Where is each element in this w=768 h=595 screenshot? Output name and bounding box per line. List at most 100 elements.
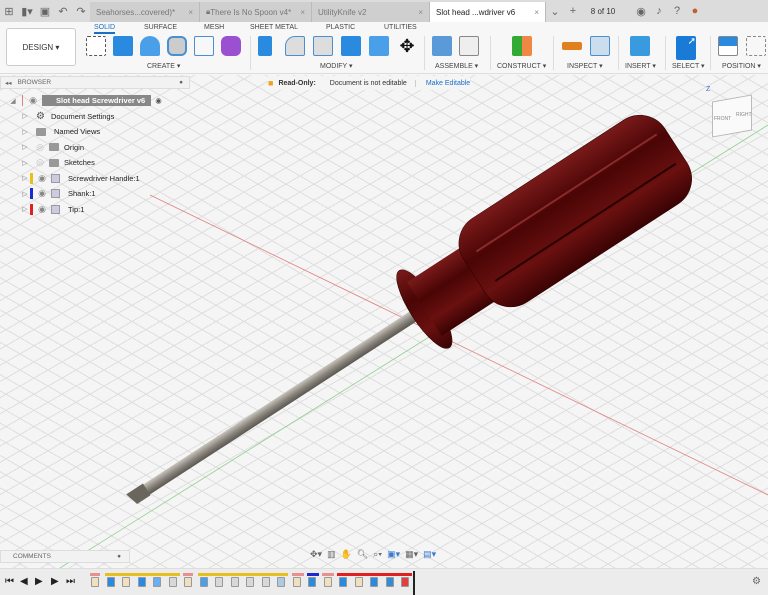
pin-icon[interactable]: ● <box>179 79 183 86</box>
avatar[interactable]: ● <box>686 2 704 20</box>
tab-surface[interactable]: SURFACE <box>144 24 177 31</box>
timeline-sketch-icon[interactable] <box>354 577 363 587</box>
tree-item-named-views[interactable]: ▷ Named Views <box>0 124 200 140</box>
fit-icon[interactable]: ⌕▾ <box>373 549 382 563</box>
pan-icon[interactable]: ✋ <box>341 549 352 563</box>
timeline-extrude-icon[interactable] <box>339 577 347 587</box>
expand-icon[interactable]: ▷ <box>20 205 30 213</box>
new-tab-icon[interactable]: + <box>564 2 582 20</box>
combine-icon[interactable] <box>341 36 361 56</box>
timeline-revolve-icon[interactable] <box>199 577 208 587</box>
viewports-icon[interactable]: ▤▾ <box>423 549 436 563</box>
timeline-fillet-icon[interactable] <box>230 577 239 587</box>
make-editable-link[interactable]: Make Editable <box>426 80 470 87</box>
select-icon[interactable]: ➚ <box>676 36 696 60</box>
tree-item-document-settings[interactable]: ▷ ⚙ Document Settings <box>0 109 200 125</box>
eye-icon[interactable]: ◉ <box>36 173 48 184</box>
save-icon[interactable]: ▣ <box>36 2 54 20</box>
doc-tab[interactable]: Seahorses...covered)* × <box>90 2 200 22</box>
timeline-sketch-icon[interactable] <box>292 577 301 587</box>
timeline-fillet-icon[interactable] <box>215 577 223 587</box>
cube-right-face[interactable]: RIGHT <box>736 112 752 118</box>
expand-icon[interactable]: ▷ <box>20 174 30 182</box>
look-at-icon[interactable]: ▥ <box>327 549 336 563</box>
fillet-icon[interactable] <box>285 36 305 56</box>
timeline-fillet-icon[interactable] <box>246 577 254 587</box>
insert-image-icon[interactable] <box>630 36 650 56</box>
close-icon[interactable]: × <box>414 8 423 17</box>
grid-settings-icon[interactable]: ▦▾ <box>405 549 418 563</box>
cube-front-face[interactable]: FRONT <box>714 116 731 122</box>
measure-icon[interactable] <box>562 42 582 50</box>
job-status[interactable]: 8 of 10 <box>582 2 624 20</box>
inspect-menu[interactable]: INSPECT ▾ <box>567 62 603 70</box>
modify-menu[interactable]: MODIFY ▾ <box>320 62 353 70</box>
tab-utilities[interactable]: UTILITIES <box>384 24 417 31</box>
move-icon[interactable]: ✥ <box>397 36 417 56</box>
form-icon[interactable] <box>221 36 241 56</box>
timeline-sketch-icon[interactable] <box>91 577 99 587</box>
section-analysis-icon[interactable] <box>590 36 610 56</box>
timeline-sketch-icon[interactable] <box>122 577 130 587</box>
step-forward-icon[interactable]: ▶ <box>51 576 59 587</box>
joint-icon[interactable] <box>459 36 479 56</box>
doc-tab[interactable]: 🔒︎ There Is No Spoon v4* × <box>200 2 312 22</box>
close-icon[interactable]: × <box>296 8 305 17</box>
expand-icon[interactable]: ▷ <box>20 143 30 151</box>
timeline-marker-icon[interactable] <box>401 577 409 587</box>
eye-icon[interactable]: ◉ <box>36 188 48 199</box>
expand-icon[interactable]: ▷ <box>20 159 30 167</box>
play-icon[interactable]: ▶ <box>35 576 43 587</box>
notification-icon[interactable]: ♪ <box>650 2 668 20</box>
timeline-draft-icon[interactable] <box>385 577 394 587</box>
timeline-chamfer-icon[interactable] <box>277 577 285 587</box>
tab-overflow-icon[interactable]: ⌄ <box>546 2 564 20</box>
assemble-menu[interactable]: ASSEMBLE ▾ <box>435 62 478 70</box>
timeline-sketch-icon[interactable] <box>184 577 192 587</box>
grid-menu-icon[interactable]: ⊞ <box>0 2 18 20</box>
hole-icon[interactable] <box>167 36 187 56</box>
tab-sheet-metal[interactable]: SHEET METAL <box>250 24 298 31</box>
eye-icon[interactable]: ◉ <box>36 204 48 215</box>
timeline-settings-icon[interactable]: ⚙ <box>752 576 761 587</box>
close-icon[interactable]: × <box>530 8 539 17</box>
tab-mesh[interactable]: MESH <box>204 24 224 31</box>
redo-icon[interactable]: ↷ <box>72 2 90 20</box>
split-icon[interactable] <box>369 36 389 56</box>
expand-icon[interactable]: ◢ <box>8 97 18 105</box>
timeline-extrude-icon[interactable] <box>106 577 115 587</box>
tree-item-component[interactable]: ▷ ◉ Screwdriver Handle:1 <box>0 171 200 187</box>
orbit-icon[interactable]: ✥▾ <box>310 549 322 563</box>
timeline-extrude-icon[interactable] <box>308 577 316 587</box>
tree-item-component[interactable]: ▷ ◉ Shank:1 <box>0 186 200 202</box>
tree-item-origin[interactable]: ▷ ◎ Origin <box>0 140 200 156</box>
eye-hidden-icon[interactable]: ◎ <box>34 142 46 153</box>
timeline-sketch-icon[interactable] <box>323 577 332 587</box>
workspace-switcher[interactable]: DESIGN ▾ <box>6 28 76 66</box>
display-settings-icon[interactable]: ▣▾ <box>387 549 400 563</box>
tab-solid[interactable]: SOLID <box>94 24 116 34</box>
revolve-icon[interactable] <box>140 36 160 56</box>
go-to-end-icon[interactable]: ⏭ <box>66 576 75 587</box>
file-icon[interactable]: ▮▾ <box>18 2 36 20</box>
collapse-icon[interactable]: ◂◂ <box>5 79 12 87</box>
plane-icon[interactable] <box>512 36 532 56</box>
help-icon[interactable]: ? <box>668 2 686 20</box>
tree-root[interactable]: ◢ ◉ Slot head Screwdriver v6 ◉ <box>0 93 200 109</box>
align-icon[interactable] <box>718 36 738 56</box>
timeline-pattern-icon[interactable] <box>153 577 161 587</box>
construct-menu[interactable]: CONSTRUCT ▾ <box>497 62 546 70</box>
view-cube[interactable]: Z FRONT RIGHT <box>704 86 762 144</box>
pattern-icon[interactable] <box>194 36 214 56</box>
timeline-fillet-icon[interactable] <box>261 577 270 587</box>
step-back-icon[interactable]: ◀ <box>20 576 28 587</box>
insert-menu[interactable]: INSERT ▾ <box>625 62 656 70</box>
shell-icon[interactable] <box>313 36 333 56</box>
tab-plastic[interactable]: PLASTIC <box>326 24 355 31</box>
timeline-extrude-icon[interactable] <box>370 577 378 587</box>
close-icon[interactable]: × <box>184 8 193 17</box>
select-menu[interactable]: SELECT ▾ <box>672 62 705 70</box>
timeline-extrude-icon[interactable] <box>137 577 146 587</box>
expand-icon[interactable]: ▷ <box>20 112 30 120</box>
extrude-icon[interactable] <box>113 36 133 56</box>
